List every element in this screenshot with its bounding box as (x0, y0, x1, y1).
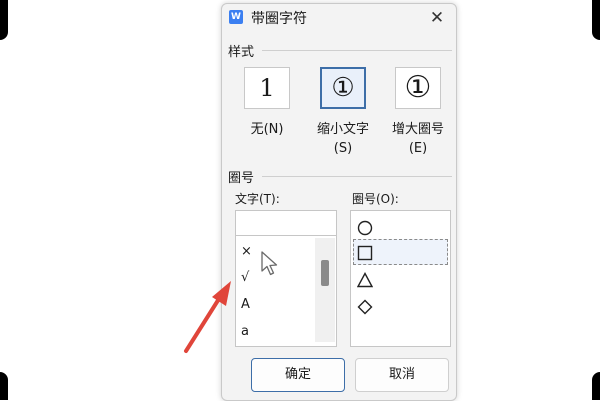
text-list[interactable]: × √ A a (235, 235, 337, 347)
text-list-item[interactable]: √ (241, 270, 249, 285)
style-none-label[interactable]: 无(N) (238, 120, 296, 139)
corner-mark-top-left (0, 0, 8, 40)
corner-mark-bottom-left (0, 372, 8, 400)
square-icon[interactable] (357, 245, 373, 261)
style-option-shrink-text[interactable]: ① (320, 67, 366, 109)
scrollbar-thumb[interactable] (321, 260, 329, 286)
symbol-field-label: 圈号(O): (352, 192, 399, 206)
text-input[interactable] (235, 210, 337, 236)
diamond-icon[interactable] (357, 299, 373, 315)
style-group-divider (262, 50, 452, 51)
close-icon[interactable]: ✕ (424, 6, 450, 30)
circle-icon[interactable] (357, 220, 373, 236)
symbol-list[interactable] (350, 210, 451, 347)
style-option-enlarge-circle[interactable]: ① (395, 67, 441, 109)
style-option-none[interactable]: 1 (244, 67, 290, 109)
wps-app-icon: W (229, 10, 243, 24)
corner-mark-top-right (592, 0, 600, 40)
style-enlarge-label[interactable]: 增大圈号 (E) (385, 120, 451, 158)
circle-group-label: 圈号 (228, 171, 255, 186)
style-group-label: 样式 (228, 45, 255, 60)
text-list-item[interactable]: × (241, 244, 252, 259)
cancel-button[interactable]: 取消 (355, 358, 449, 392)
enclosed-character-dialog: W 带圈字符 ✕ 样式 1 ① ① 无(N) 缩小文字 (S) 增大圈号 (E)… (221, 3, 457, 401)
dialog-title: 带圈字符 (251, 11, 307, 27)
ok-button[interactable]: 确定 (251, 358, 345, 392)
style-enlarge-glyph: ① (404, 70, 432, 105)
mouse-cursor-icon (261, 251, 278, 276)
style-shrink-glyph: ① (331, 73, 355, 103)
style-shrink-label[interactable]: 缩小文字 (S) (310, 120, 376, 158)
style-none-glyph: 1 (259, 74, 275, 102)
text-field-label: 文字(T): (235, 192, 280, 206)
corner-mark-bottom-right (592, 372, 600, 400)
triangle-icon[interactable] (357, 272, 373, 288)
text-list-scrollbar[interactable] (315, 238, 335, 342)
circle-group-divider (262, 176, 452, 177)
text-list-item[interactable]: a (241, 324, 249, 339)
text-list-item[interactable]: A (241, 297, 250, 312)
